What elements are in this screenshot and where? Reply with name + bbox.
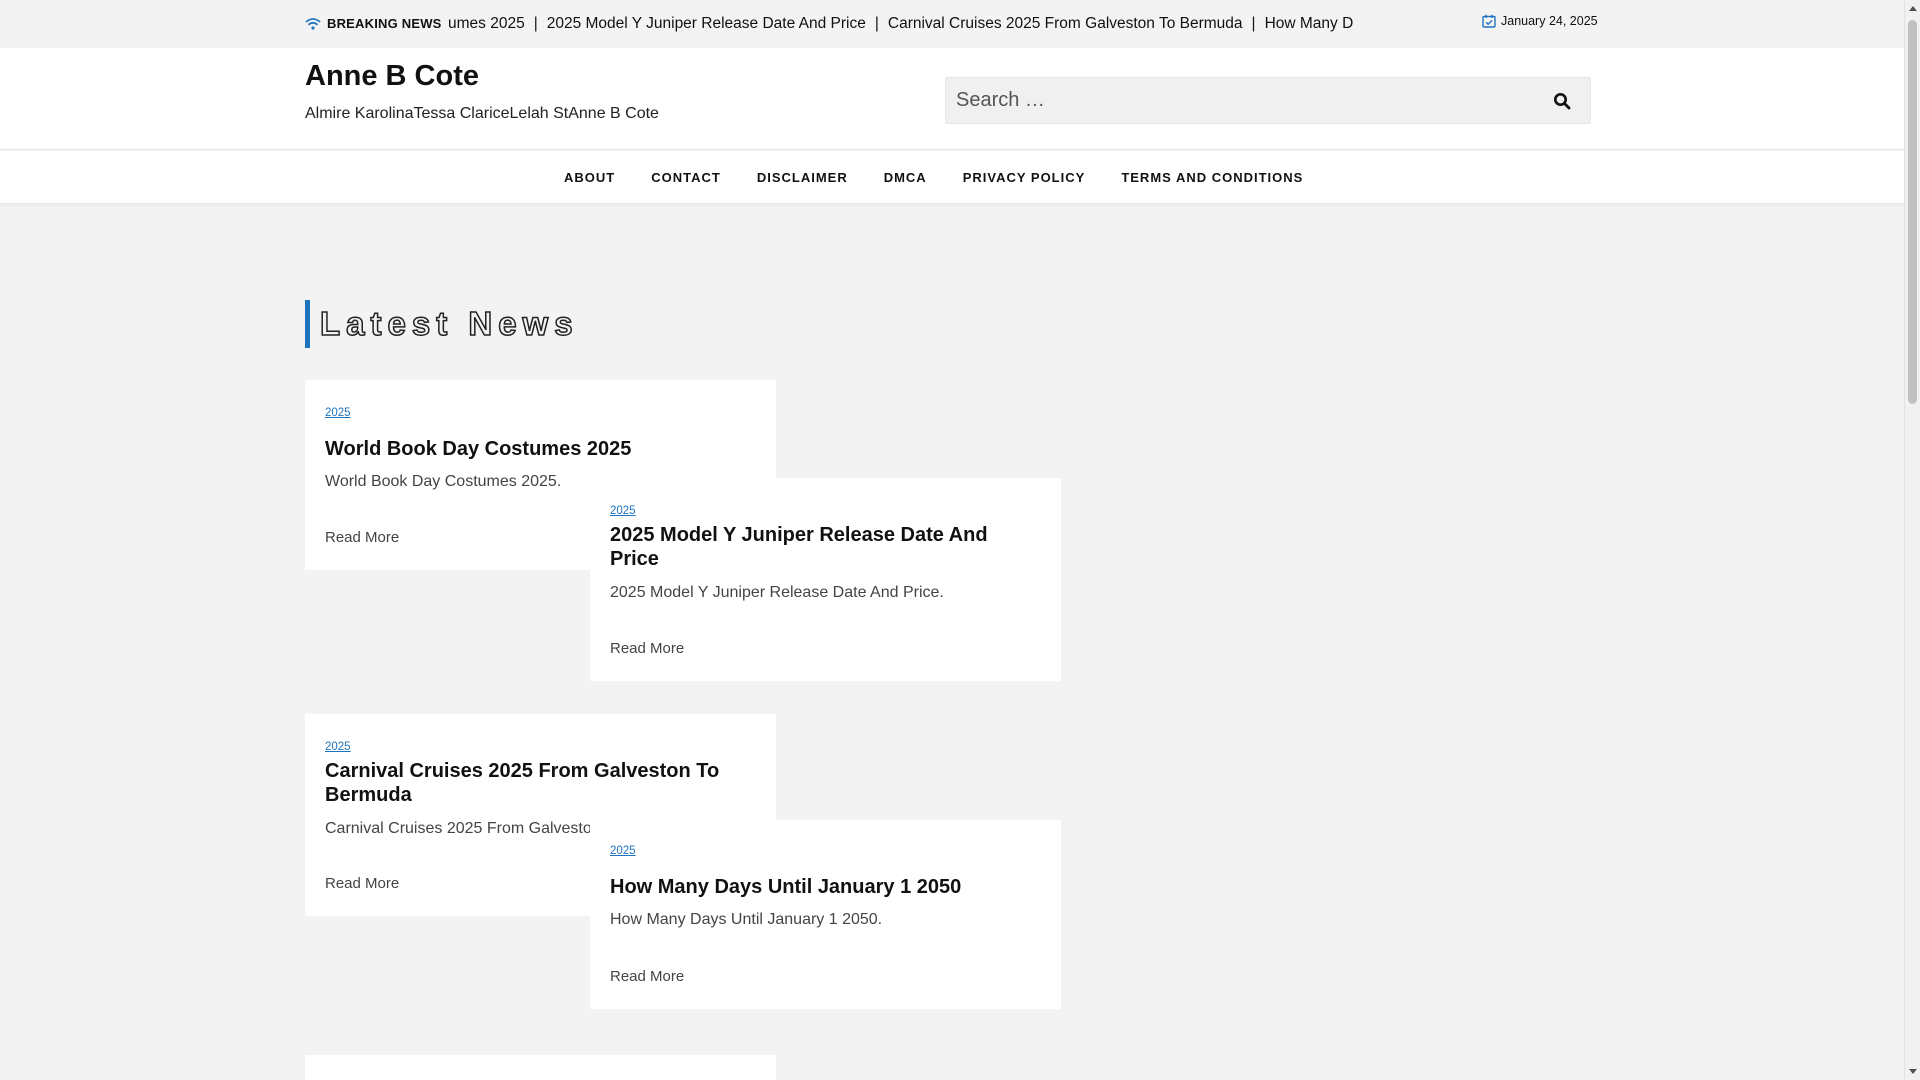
post-card: 2025 2025 Model Y Juniper Release Date A…	[590, 478, 1061, 681]
post-title[interactable]: Carnival Cruises 2025 From Galveston To …	[325, 759, 736, 807]
page-scrollbar[interactable]	[1904, 0, 1920, 1080]
breaking-news-label-group: BREAKING NEWS	[305, 16, 442, 31]
site-title[interactable]: Anne B Cote	[305, 60, 479, 93]
post-title[interactable]: World Book Day Costumes 2025	[325, 437, 736, 461]
ticker-item[interactable]: Carnival Cruises 2025 From Galveston To …	[888, 15, 1243, 32]
post-excerpt: World Book Day Costumes 2025.	[325, 473, 562, 490]
search-icon	[1554, 92, 1571, 109]
breaking-news-bar: BREAKING NEWS umes 2025 | 2025 Model Y Jun…	[0, 0, 1904, 48]
scroll-down-arrow-icon[interactable]	[1909, 1069, 1917, 1074]
post-category-link[interactable]: 2025	[610, 845, 636, 857]
site-description: Almire KarolinaTessa ClariceLelah StAnne…	[305, 105, 659, 122]
nav-item-contact[interactable]: CONTACT	[651, 170, 721, 185]
post-title[interactable]: 2025 Model Y Juniper Release Date And Pr…	[610, 523, 1021, 571]
ticker-item[interactable]: umes 2025	[448, 15, 525, 32]
read-more-link[interactable]: Read More	[325, 875, 399, 892]
post-excerpt: Carnival Cruises 2025 From Galvesto	[325, 820, 592, 837]
read-more-link[interactable]: Read More	[325, 529, 399, 546]
read-more-link[interactable]: Read More	[610, 968, 684, 985]
search-form	[945, 77, 1591, 124]
nav-item-dmca[interactable]: DMCA	[884, 170, 927, 185]
ticker-item[interactable]: How Many D	[1265, 15, 1354, 32]
scrollbar-thumb[interactable]	[1908, 20, 1917, 404]
ticker-separator: |	[874, 15, 879, 32]
ticker-separator: |	[1251, 15, 1256, 32]
post-category-link[interactable]: 2025	[325, 407, 351, 419]
section-heading: Latest News	[305, 300, 579, 348]
calendar-check-icon	[1482, 14, 1496, 28]
post-excerpt: How Many Days Until January 1 2050.	[610, 911, 883, 928]
post-category-link[interactable]: 2025	[325, 741, 351, 753]
read-more-link[interactable]: Read More	[610, 640, 684, 657]
post-card	[305, 1055, 776, 1080]
post-category-link[interactable]: 2025	[610, 505, 636, 517]
main-navigation: ABOUT CONTACT DISCLAIMER DMCA PRIVACY PO…	[0, 151, 1904, 204]
post-excerpt: 2025 Model Y Juniper Release Date And Pr…	[610, 584, 944, 601]
ticker-separator: |	[533, 15, 538, 32]
news-ticker: umes 2025 | 2025 Model Y Juniper Release D…	[448, 13, 1380, 35]
section-heading-text: Latest News	[319, 304, 579, 343]
scroll-up-arrow-icon[interactable]	[1909, 6, 1917, 11]
site-header: Anne B Cote Almire KarolinaTessa Clarice…	[0, 48, 1904, 150]
nav-item-privacy-policy[interactable]: PRIVACY POLICY	[963, 170, 1086, 185]
ticker-item[interactable]: 2025 Model Y Juniper Release Date And Pr…	[547, 15, 866, 32]
nav-item-disclaimer[interactable]: DISCLAIMER	[757, 170, 848, 185]
wifi-icon	[305, 17, 321, 30]
breaking-news-label: BREAKING NEWS	[327, 16, 442, 31]
search-button[interactable]	[1534, 78, 1590, 123]
date-text: January 24, 2025	[1501, 14, 1598, 28]
post-title[interactable]: How Many Days Until January 1 2050	[610, 875, 1021, 899]
post-card: 2025 How Many Days Until January 1 2050 …	[590, 820, 1061, 1009]
current-date: January 24, 2025	[1482, 14, 1598, 28]
nav-item-terms-and-conditions[interactable]: TERMS AND CONDITIONS	[1121, 170, 1303, 185]
nav-item-about[interactable]: ABOUT	[564, 170, 615, 185]
search-input[interactable]	[946, 78, 1534, 123]
